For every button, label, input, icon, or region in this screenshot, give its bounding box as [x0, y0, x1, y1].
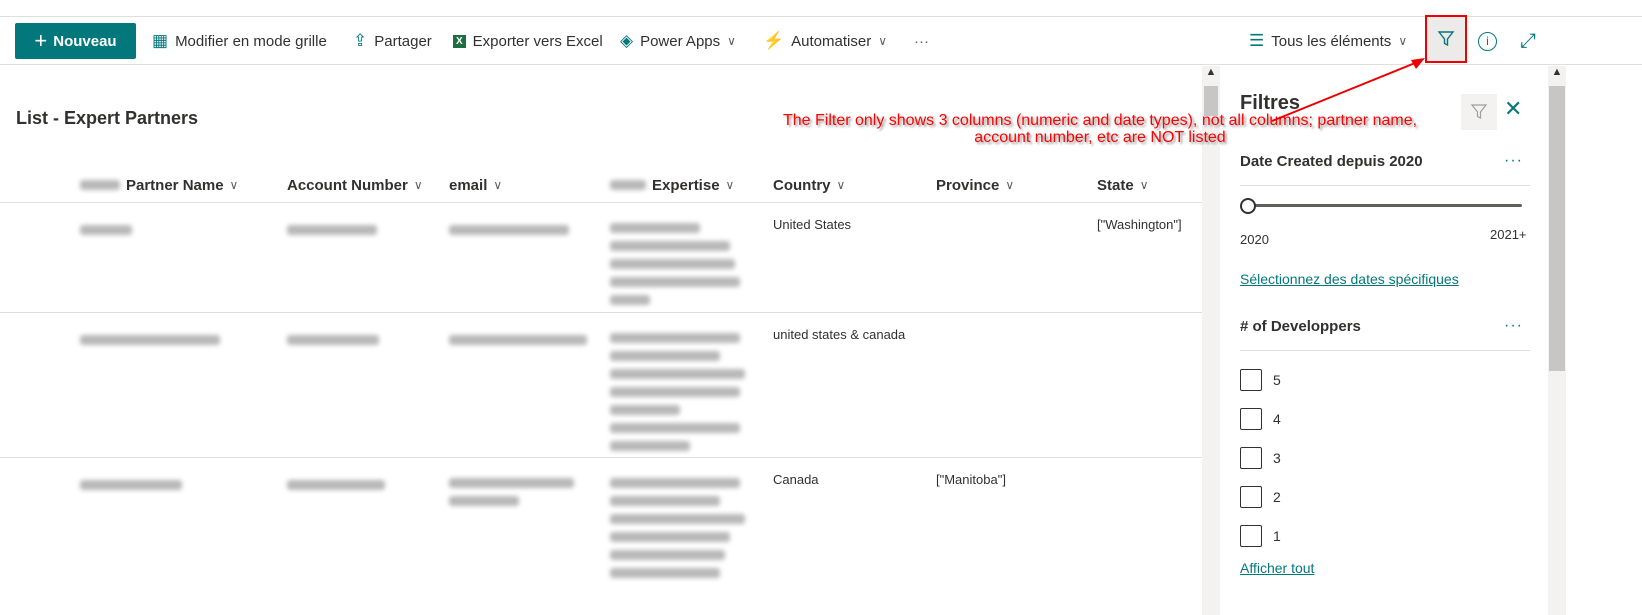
filter-pane-title: Filtres — [1240, 92, 1301, 114]
column-header-expertise[interactable]: Expertise ∨ — [610, 168, 734, 202]
date-slider[interactable] — [1248, 204, 1522, 207]
power-apps-icon: ◈ — [620, 31, 634, 50]
show-all-link[interactable]: Afficher tout — [1240, 560, 1314, 576]
redacted-text — [287, 225, 377, 235]
close-pane-button[interactable]: ✕ — [1504, 96, 1522, 122]
column-headers: Partner Name ∨ Account Number ∨ email ∨ Exp… — [0, 168, 1202, 203]
info-button[interactable]: i — [1478, 17, 1497, 65]
column-header-account-number[interactable]: Account Number ∨ — [287, 168, 423, 202]
redacted-text — [80, 480, 182, 490]
share-icon: ⇪ — [353, 31, 368, 50]
new-button[interactable]: + Nouveau — [15, 23, 136, 59]
column-header-country[interactable]: Country ∨ — [773, 168, 845, 202]
list-view-icon: ☰ — [1249, 31, 1265, 50]
chevron-down-icon: ∨ — [878, 34, 888, 48]
expand-icon: ⤢ — [1520, 29, 1536, 52]
redacted-text — [610, 478, 750, 578]
redacted-text — [287, 335, 379, 345]
chevron-down-icon: ∨ — [229, 178, 239, 192]
developers-filter-more-button[interactable]: ··· — [1504, 317, 1523, 335]
date-filter-title: Date Created depuis 2020 — [1240, 153, 1423, 170]
redacted-text — [80, 225, 132, 235]
chevron-down-icon: ∨ — [1398, 34, 1408, 48]
automate-button[interactable]: ⚡ Automatiser ∨ — [763, 17, 887, 65]
close-icon: ✕ — [1504, 96, 1523, 121]
excel-icon: X — [453, 34, 466, 48]
country-cell: Canada — [773, 472, 819, 487]
developers-option-4[interactable]: 4 — [1240, 408, 1281, 430]
redacted-text — [449, 478, 574, 506]
power-apps-button[interactable]: ◈ Power Apps ∨ — [620, 17, 736, 65]
chevron-down-icon: ∨ — [1005, 178, 1015, 192]
more-button[interactable]: ··· — [914, 17, 929, 65]
province-cell: ["Manitoba"] — [936, 472, 1006, 487]
chevron-down-icon: ∨ — [1139, 178, 1149, 192]
table-row[interactable]: United States ["Washington"] — [0, 203, 1202, 313]
filter-pane-button[interactable] — [1425, 15, 1467, 63]
chevron-down-icon: ∨ — [725, 178, 735, 192]
redacted-text — [449, 225, 569, 235]
country-cell: United States — [773, 217, 852, 232]
redacted-text — [287, 480, 385, 490]
column-header-province[interactable]: Province ∨ — [936, 168, 1014, 202]
developers-filter-title: # of Developpers — [1240, 318, 1361, 335]
specific-dates-link[interactable]: Sélectionnez des dates spécifiques — [1240, 271, 1459, 287]
filter-pane-scrollbar[interactable]: ▲ — [1548, 66, 1566, 615]
checkbox[interactable] — [1240, 369, 1262, 391]
checkbox[interactable] — [1240, 447, 1262, 469]
redacted-text — [610, 180, 646, 190]
date-slider-handle[interactable] — [1240, 198, 1256, 214]
automate-icon: ⚡ — [763, 31, 785, 50]
column-header-state[interactable]: State ∨ — [1097, 168, 1148, 202]
date-filter-more-button[interactable]: ··· — [1504, 152, 1523, 170]
developers-option-2[interactable]: 2 — [1240, 486, 1281, 508]
export-excel-button[interactable]: X Exporter vers Excel — [453, 17, 603, 65]
grid-icon: ▦ — [152, 31, 169, 50]
clear-filter-icon — [1470, 104, 1488, 119]
divider — [1240, 350, 1530, 351]
slider-max-label: 2021+ — [1490, 227, 1527, 242]
table-row[interactable]: Canada ["Manitoba"] — [0, 458, 1202, 615]
slider-min-label: 2020 — [1240, 232, 1269, 247]
redacted-text — [80, 335, 220, 345]
chevron-down-icon: ∨ — [413, 178, 423, 192]
redacted-text — [449, 335, 587, 345]
redacted-text — [610, 223, 750, 305]
redacted-text — [80, 180, 120, 190]
info-icon: i — [1478, 31, 1497, 51]
developers-option-3[interactable]: 3 — [1240, 447, 1281, 469]
chevron-down-icon: ∨ — [493, 178, 503, 192]
column-header-email[interactable]: email ∨ — [449, 168, 502, 202]
plus-icon: + — [34, 28, 48, 53]
developers-option-5[interactable]: 5 — [1240, 369, 1281, 391]
list-title: List - Expert Partners — [16, 108, 199, 128]
scroll-up-icon: ▲ — [1205, 66, 1217, 78]
country-cell: united states & canada — [773, 327, 906, 342]
checkbox[interactable] — [1240, 525, 1262, 547]
redacted-text — [610, 333, 750, 451]
developers-option-1[interactable]: 1 — [1240, 525, 1281, 547]
filter-icon — [1437, 31, 1455, 47]
share-button[interactable]: ⇪ Partager — [353, 17, 432, 65]
clear-filters-button[interactable] — [1461, 94, 1497, 130]
scroll-up-icon: ▲ — [1551, 66, 1563, 78]
checkbox[interactable] — [1240, 408, 1262, 430]
grid-edit-button[interactable]: ▦ Modifier en mode grille — [152, 17, 327, 65]
list-scrollbar[interactable]: ▲ — [1202, 66, 1220, 615]
chevron-down-icon: ∨ — [836, 178, 846, 192]
chevron-down-icon: ∨ — [727, 34, 736, 48]
scroll-thumb[interactable] — [1549, 86, 1565, 371]
state-cell: ["Washington"] — [1097, 217, 1182, 232]
column-header-partner-name[interactable]: Partner Name ∨ — [80, 168, 238, 202]
table-row[interactable]: united states & canada — [0, 313, 1202, 458]
divider — [1240, 185, 1530, 186]
checkbox[interactable] — [1240, 486, 1262, 508]
fullscreen-button[interactable]: ⤢ — [1520, 17, 1536, 65]
